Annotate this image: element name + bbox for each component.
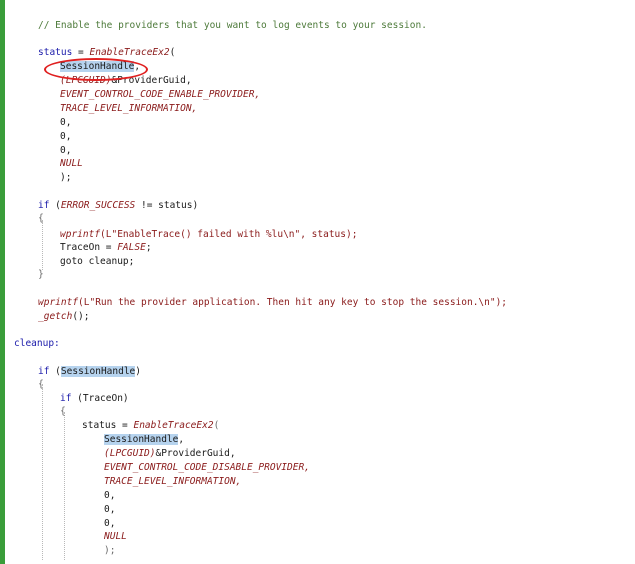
code-line: if (TraceOn) (60, 392, 129, 405)
code-line: 0, (104, 489, 115, 502)
semicolon: ; (145, 242, 152, 253)
disable-provider-constant: EVENT_CONTROL_CODE_DISABLE_PROVIDER, (104, 462, 310, 473)
zero-arg: 0, (60, 117, 72, 128)
code-line: // Enable the providers that you want to… (38, 19, 427, 32)
paren: ( (49, 366, 61, 377)
close-brace: } (38, 269, 44, 280)
code-line: EVENT_CONTROL_CODE_ENABLE_PROVIDER, (60, 88, 260, 101)
operator: = (72, 47, 90, 58)
code-line: ); (60, 171, 71, 184)
code-line: cleanup: (14, 337, 60, 350)
cleanup-label: cleanup: (14, 338, 60, 349)
zero-arg: 0, (104, 518, 116, 529)
code-line: goto cleanup; (60, 255, 134, 268)
code-line: NULL (104, 530, 127, 543)
code-line: TRACE_LEVEL_INFORMATION, (104, 475, 241, 488)
zero-arg: 0, (60, 145, 72, 156)
fold-guide (42, 384, 43, 560)
paren: ( (169, 47, 176, 58)
call-tail: (); (72, 311, 90, 322)
code-line: 0, (104, 517, 115, 530)
code-line: wprintf(L"Run the provider application. … (38, 296, 507, 309)
if-keyword: if (38, 366, 50, 377)
enable-trace-function: EnableTraceEx2 (89, 47, 170, 58)
trace-level-constant: TRACE_LEVEL_INFORMATION, (104, 476, 242, 487)
paren: ( (213, 420, 220, 431)
code-line: TRACE_LEVEL_INFORMATION, (60, 102, 197, 115)
code-editor[interactable]: // Enable the providers that you want to… (14, 0, 624, 564)
fold-guide (42, 220, 43, 270)
zero-arg: 0, (104, 490, 116, 501)
enable-provider-constant: EVENT_CONTROL_CODE_ENABLE_PROVIDER, (60, 89, 261, 100)
open-brace: { (38, 213, 44, 224)
code-line: if (SessionHandle) (38, 365, 141, 378)
getch-function: _getch (38, 311, 73, 322)
code-line: wprintf(L"EnableTrace() failed with %lu\… (60, 228, 357, 241)
session-handle-highlighted[interactable]: SessionHandle (60, 366, 136, 377)
goto-statement: goto cleanup; (60, 256, 135, 267)
close-paren: ); (104, 545, 116, 556)
comment-text: // Enable the providers that you want to… (38, 20, 427, 31)
condition-tail: != status) (135, 200, 199, 211)
lpcguid-cast: (LPCGUID) (104, 448, 156, 459)
open-brace: { (38, 379, 44, 390)
wprintf-function: wprintf (60, 229, 101, 240)
code-line: status = EnableTraceEx2( (82, 419, 219, 432)
open-brace: { (60, 406, 66, 417)
code-line: NULL (60, 157, 83, 170)
null-constant: NULL (60, 158, 83, 169)
zero-arg: 0, (104, 504, 116, 515)
status-assign: status = (82, 420, 134, 431)
code-line: 0, (60, 130, 71, 143)
trace-level-constant: TRACE_LEVEL_INFORMATION, (60, 103, 198, 114)
error-success-constant: ERROR_SUCCESS (60, 200, 136, 211)
fold-guide (64, 412, 65, 560)
comma: , (178, 434, 185, 445)
code-line: 0, (60, 144, 71, 157)
annotation-circle (44, 58, 148, 81)
code-line: } (38, 268, 44, 281)
code-line: (LPCGUID)&ProviderGuid, (104, 447, 236, 460)
code-line: _getch(); (38, 310, 90, 323)
code-line: { (38, 378, 44, 391)
code-line: { (60, 405, 66, 418)
null-constant: NULL (104, 531, 127, 542)
code-line: status = EnableTraceEx2( (38, 46, 175, 59)
enable-trace-function: EnableTraceEx2 (133, 420, 214, 431)
code-line: 0, (60, 116, 71, 129)
zero-arg: 0, (60, 131, 72, 142)
code-line: 0, (104, 503, 115, 516)
code-line: TraceOn = FALSE; (60, 241, 152, 254)
if-keyword: if (60, 393, 72, 404)
wprintf-run-args: (L"Run the provider application. Then hi… (78, 297, 508, 308)
status-variable: status (38, 47, 73, 58)
paren: ( (49, 200, 61, 211)
code-line: ); (104, 544, 115, 557)
code-line: { (38, 212, 44, 225)
code-line: if (ERROR_SUCCESS != status) (38, 199, 198, 212)
wprintf-function: wprintf (38, 297, 79, 308)
session-handle-highlighted[interactable]: SessionHandle (104, 434, 179, 445)
code-line: SessionHandle, (104, 433, 184, 446)
close-paren: ); (60, 172, 72, 183)
change-bar (0, 0, 5, 564)
provider-guid: &ProviderGuid, (155, 448, 236, 459)
code-line: EVENT_CONTROL_CODE_DISABLE_PROVIDER, (104, 461, 310, 474)
traceon-assign: TraceOn = (60, 242, 118, 253)
if-keyword: if (38, 200, 50, 211)
traceon-condition: (TraceOn) (71, 393, 129, 404)
wprintf-fail-args: (L"EnableTrace() failed with %lu\n", sta… (100, 229, 358, 240)
false-constant: FALSE (117, 242, 146, 253)
paren: ) (135, 366, 141, 377)
